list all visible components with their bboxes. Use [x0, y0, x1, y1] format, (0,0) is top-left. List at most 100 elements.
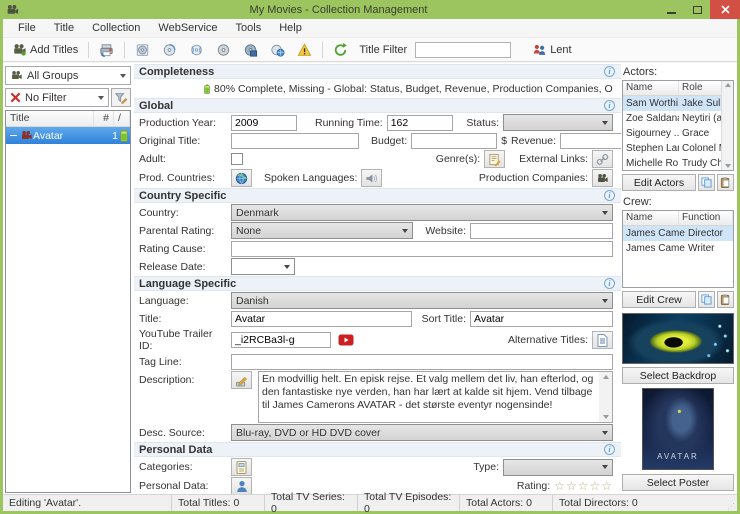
refresh-button[interactable]: [328, 40, 353, 60]
menu-collection[interactable]: Collection: [83, 20, 149, 36]
description-scrollbar[interactable]: [599, 372, 612, 422]
status-combobox[interactable]: [503, 114, 613, 131]
select-backdrop-button[interactable]: Select Backdrop: [622, 367, 734, 384]
categories-button[interactable]: [231, 458, 252, 476]
country-combobox[interactable]: Denmark: [231, 204, 613, 221]
column-count[interactable]: #: [94, 111, 114, 126]
description-textarea[interactable]: En modvillig helt. En episk rejse. Et va…: [258, 371, 613, 423]
minimize-button[interactable]: [658, 0, 684, 19]
copy-actors-button[interactable]: [698, 174, 715, 191]
revenue-input[interactable]: [560, 132, 621, 149]
running-time-input[interactable]: [386, 114, 453, 131]
paste-actors-button[interactable]: [717, 174, 734, 191]
info-icon[interactable]: i: [604, 278, 615, 289]
warning-button[interactable]: [292, 40, 317, 60]
personal-data-button[interactable]: [231, 477, 252, 494]
title-list-row-avatar[interactable]: Avatar 1: [6, 127, 130, 144]
wireless-disc-button[interactable]: [184, 40, 209, 60]
crew-column-function[interactable]: Function: [679, 211, 733, 225]
collapse-icon[interactable]: [10, 135, 17, 136]
title-list-header[interactable]: Title # /: [6, 111, 130, 127]
groups-value: All Groups: [27, 69, 79, 82]
actor-row[interactable]: Stephen LangColonel Mile...: [623, 141, 733, 156]
parental-rating-combobox[interactable]: None: [231, 222, 414, 239]
edit-filter-button[interactable]: [111, 88, 131, 107]
tag-line-label: Tag Line:: [139, 355, 182, 368]
alternative-titles-button[interactable]: [592, 331, 613, 349]
add-titles-button[interactable]: Add Titles: [7, 40, 83, 59]
close-button[interactable]: [710, 0, 740, 19]
disc-web-button[interactable]: [265, 40, 290, 60]
release-date-picker[interactable]: [231, 258, 295, 275]
scroll-down-icon[interactable]: [724, 164, 731, 168]
external-links-button[interactable]: [592, 150, 613, 168]
website-input[interactable]: [470, 222, 613, 239]
rating-cause-input[interactable]: [231, 240, 613, 257]
statusbar: Editing 'Avatar'. Total Titles: 0 Total …: [3, 491, 737, 514]
crew-column-name[interactable]: Name: [623, 211, 679, 225]
actor-row[interactable]: Zoe SaldanaNeytiri (as Z...: [623, 111, 733, 126]
title-input[interactable]: [231, 310, 412, 327]
prod-countries-button[interactable]: [231, 169, 252, 187]
info-icon[interactable]: i: [604, 190, 615, 201]
print-button[interactable]: [94, 40, 119, 60]
scroll-up-icon[interactable]: [724, 83, 731, 87]
youtube-icon[interactable]: [335, 331, 356, 349]
type-combobox[interactable]: [503, 458, 613, 476]
rating-stars[interactable]: ☆☆☆☆☆: [554, 479, 613, 493]
scroll-down-icon[interactable]: [602, 415, 609, 419]
column-status[interactable]: /: [114, 111, 130, 126]
completeness-battery-icon: [204, 83, 210, 94]
crew-table[interactable]: Name Function James CameronDirector Jame…: [622, 210, 734, 289]
actors-table[interactable]: Name Role Sam Worthi...Jake Sully Zoe Sa…: [622, 80, 734, 171]
groups-combobox[interactable]: All Groups: [5, 66, 131, 85]
disc-drive-button[interactable]: [157, 40, 182, 60]
language-combobox[interactable]: Danish: [231, 292, 613, 309]
production-year-input[interactable]: [231, 114, 297, 131]
info-icon[interactable]: i: [604, 66, 615, 77]
actor-row[interactable]: Sam Worthi...Jake Sully: [623, 96, 733, 111]
original-title-input[interactable]: [231, 132, 359, 149]
crew-row[interactable]: James CameronDirector: [623, 226, 733, 241]
column-title[interactable]: Title: [6, 111, 94, 126]
edit-crew-button[interactable]: Edit Crew: [622, 291, 696, 309]
lent-button[interactable]: Lent: [527, 40, 576, 60]
menu-tools[interactable]: Tools: [227, 20, 271, 36]
sort-title-label: Sort Title:: [421, 312, 466, 325]
menu-help[interactable]: Help: [270, 20, 311, 36]
resize-grip[interactable]: ⋰: [727, 502, 735, 511]
production-companies-button[interactable]: [592, 169, 613, 187]
youtube-trailer-input[interactable]: [231, 332, 331, 348]
menu-file[interactable]: File: [9, 20, 45, 36]
disc-gray-button[interactable]: [211, 40, 236, 60]
paste-crew-button[interactable]: [717, 291, 734, 309]
scroll-up-icon[interactable]: [602, 375, 609, 379]
filter-combobox[interactable]: No Filter: [5, 88, 109, 107]
info-icon[interactable]: i: [604, 444, 615, 455]
disc-save-button[interactable]: [238, 40, 263, 60]
adult-checkbox[interactable]: [231, 153, 243, 165]
title-filter-input[interactable]: [415, 41, 512, 58]
menu-webservice[interactable]: WebService: [149, 20, 226, 36]
menu-title[interactable]: Title: [45, 20, 83, 36]
edit-description-button[interactable]: [231, 371, 252, 389]
actors-column-name[interactable]: Name: [623, 81, 679, 95]
status-total-actors: Total Actors: 0: [459, 495, 552, 511]
sort-title-input[interactable]: [470, 310, 613, 327]
actor-row[interactable]: Sigourney ... Grace: [623, 126, 733, 141]
copy-crew-button[interactable]: [698, 291, 715, 309]
budget-input[interactable]: [411, 132, 498, 149]
actor-row[interactable]: Michelle Ro...Trudy Chacon: [623, 156, 733, 171]
tag-line-input[interactable]: [231, 353, 613, 370]
crew-row[interactable]: James CameronWriter: [623, 241, 733, 256]
maximize-button[interactable]: [684, 0, 710, 19]
edit-actors-button[interactable]: Edit Actors: [622, 174, 696, 191]
select-poster-button[interactable]: Select Poster: [622, 474, 734, 491]
actors-scrollbar[interactable]: [721, 81, 733, 170]
genres-button[interactable]: [484, 150, 506, 168]
desc-source-combobox[interactable]: Blu-ray, DVD or HD DVD cover: [231, 424, 613, 441]
disc-archive-button[interactable]: [130, 40, 155, 60]
spoken-languages-button[interactable]: [361, 169, 383, 187]
info-icon[interactable]: i: [604, 100, 615, 111]
parental-rating-value: None: [236, 224, 262, 237]
